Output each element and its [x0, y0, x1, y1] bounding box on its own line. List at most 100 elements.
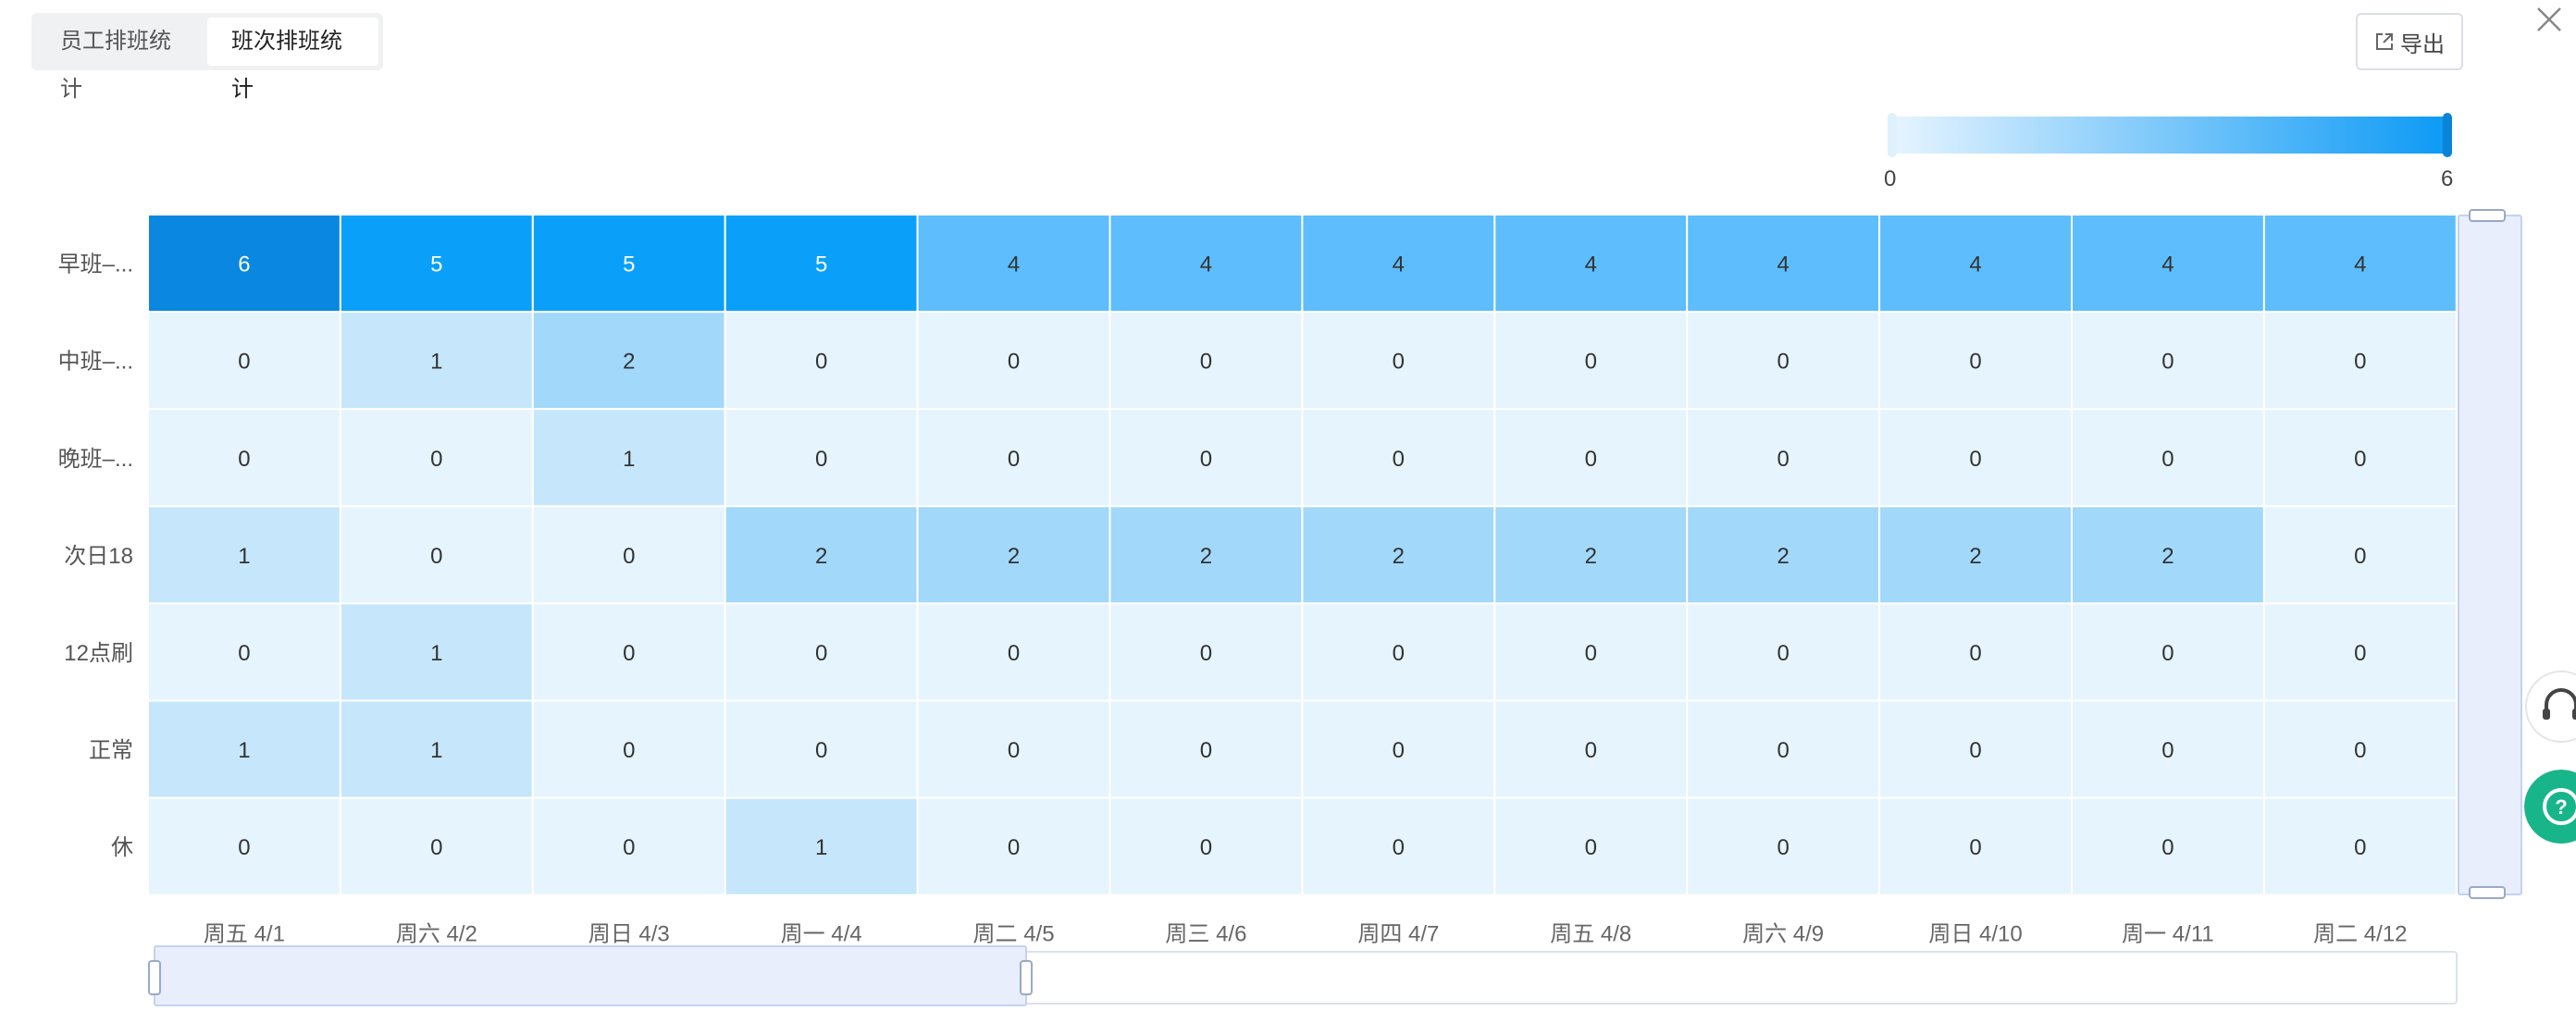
- heatmap-cell-label: 0: [1969, 835, 1981, 860]
- heatmap-cell-label: 0: [1008, 738, 1020, 763]
- x-axis-tick-label: 周六 4/2: [396, 922, 477, 947]
- heatmap-cell-label: 0: [1008, 641, 1020, 666]
- x-axis-tick-label: 周一 4/4: [781, 922, 862, 947]
- heatmap-cell-label: 0: [2354, 738, 2366, 763]
- heatmap-cell-label: 0: [1969, 350, 1981, 375]
- heatmap-cell-label: 0: [1200, 447, 1212, 472]
- heatmap-cell-label: 0: [1008, 447, 1020, 472]
- heatmap-cell-label: 2: [1393, 544, 1405, 569]
- heatmap-cell-label: 0: [430, 447, 442, 472]
- heatmap-cell-label: 1: [623, 447, 635, 472]
- heatmap-cell-label: 0: [1393, 835, 1405, 860]
- heatmap-cell-label: 4: [2161, 253, 2174, 277]
- heatmap-cell-label: 0: [1777, 641, 1789, 666]
- heatmap-cell-label: 0: [1777, 835, 1789, 860]
- heatmap-cell-label: 0: [2354, 350, 2366, 375]
- x-axis-tick-label: 周五 4/1: [204, 922, 285, 947]
- heatmap-cell-label: 0: [430, 835, 442, 860]
- y-axis-tick-label: 晚班–...: [58, 447, 133, 472]
- heatmap-cell-label: 0: [1008, 350, 1020, 375]
- heatmap-cell-label: 5: [815, 253, 827, 277]
- heatmap-cell-label: 4: [1200, 253, 1212, 277]
- heatmap-cell-label: 0: [1393, 350, 1405, 375]
- horizontal-data-zoom-window[interactable]: [154, 945, 1027, 1006]
- x-axis-tick-label: 周二 4/12: [2313, 922, 2407, 947]
- y-axis-tick-label: 正常: [89, 738, 133, 763]
- heatmap-cell-label: 2: [2161, 544, 2174, 569]
- heatmap-cell-label: 0: [1585, 641, 1597, 666]
- heatmap-cell-label: 0: [2161, 350, 2174, 375]
- vertical-zoom-top-handle[interactable]: [2469, 209, 2506, 222]
- heatmap-cell-label: 0: [1393, 447, 1405, 472]
- heatmap-cell-label: 4: [1393, 253, 1405, 277]
- heatmap-cell-label: 0: [815, 738, 827, 763]
- heatmap-cell-label: 0: [2161, 835, 2174, 860]
- heatmap-cell-label: 0: [1969, 447, 1981, 472]
- heatmap-cell-label: 0: [2161, 447, 2174, 472]
- y-axis-tick-label: 休: [111, 835, 133, 860]
- vertical-data-zoom[interactable]: [2458, 215, 2522, 895]
- x-axis-tick-label: 周日 4/3: [588, 922, 670, 947]
- svg-text:?: ?: [2555, 795, 2567, 819]
- heatmap-cell-label: 0: [1969, 641, 1981, 666]
- heatmap-cell-label: 0: [1777, 738, 1789, 763]
- heatmap-cell-label: 6: [238, 253, 250, 277]
- heatmap-cell-label: 0: [1393, 738, 1405, 763]
- y-axis-tick-label: 12点刷: [64, 641, 133, 666]
- heatmap-cell-label: 0: [1585, 738, 1597, 763]
- heatmap-cell-label: 0: [238, 835, 250, 860]
- heatmap-cell-label: 0: [623, 835, 635, 860]
- heatmap-cell-label: 0: [623, 738, 635, 763]
- heatmap-cell-label: 0: [2161, 738, 2174, 763]
- heatmap-cell-label: 0: [1777, 350, 1789, 375]
- heatmap-cell-label: 4: [1008, 253, 1020, 277]
- heatmap-cell-label: 0: [1585, 835, 1597, 860]
- horizontal-zoom-left-handle[interactable]: [148, 960, 161, 995]
- heatmap-cell-label: 1: [238, 738, 250, 763]
- heatmap-cell-label: 0: [1585, 350, 1597, 375]
- heatmap-cell-label: 2: [1969, 544, 1981, 569]
- heatmap-cell-label: 0: [815, 447, 827, 472]
- heatmap-cell-label: 0: [2161, 641, 2174, 666]
- heatmap-cell-label: 0: [815, 350, 827, 375]
- heatmap-cell-label: 1: [815, 835, 827, 860]
- heatmap-cell-label: 0: [2354, 835, 2366, 860]
- heatmap-cell-label: 0: [238, 350, 250, 375]
- heatmap-cell-label: 0: [1200, 350, 1212, 375]
- x-axis-tick-label: 周四 4/7: [1357, 922, 1439, 947]
- vertical-zoom-bottom-handle[interactable]: [2469, 886, 2506, 899]
- heatmap-cell-label: 4: [1969, 253, 1981, 277]
- y-axis-tick-label: 中班–...: [58, 350, 133, 375]
- heatmap-cell-label: 2: [1585, 544, 1597, 569]
- heatmap-cell-label: 0: [2354, 641, 2366, 666]
- heatmap-cell-label: 0: [1585, 447, 1597, 472]
- y-axis-tick-label: 早班–...: [58, 253, 133, 277]
- heatmap-cell-label: 2: [623, 350, 635, 375]
- heatmap-cell-label: 0: [1200, 641, 1212, 666]
- heatmap-cell-label: 2: [1200, 544, 1212, 569]
- heatmap-cell-label: 0: [2354, 447, 2366, 472]
- horizontal-zoom-right-handle[interactable]: [1020, 960, 1033, 995]
- heatmap-cell-label: 1: [430, 350, 442, 375]
- heatmap-cell-label: 2: [1008, 544, 1020, 569]
- x-axis-tick-label: 周二 4/5: [973, 922, 1055, 947]
- heatmap-cell-label: 1: [430, 641, 442, 666]
- heatmap-cell-label: 0: [623, 544, 635, 569]
- heatmap-cell-label: 2: [815, 544, 827, 569]
- heatmap-cell-label: 0: [623, 641, 635, 666]
- heatmap-cell-label: 0: [1969, 738, 1981, 763]
- heatmap-cell-label: 1: [430, 738, 442, 763]
- heatmap-cell-label: 0: [430, 544, 442, 569]
- heatmap-cell-label: 4: [1585, 253, 1597, 277]
- x-axis-tick-label: 周日 4/10: [1928, 922, 2022, 947]
- x-axis-tick-label: 周三 4/6: [1165, 922, 1246, 947]
- heatmap-cell-label: 5: [623, 253, 635, 277]
- heatmap-cell-label: 0: [1777, 447, 1789, 472]
- x-axis-tick-label: 周一 4/11: [2122, 922, 2214, 947]
- heatmap-chart: 6 5 5 5 4 4 4 4 4 4 4 4 0 1 2 0 0 0 0 0 0 0 0 0 0 0 1 0 0 0 0 0 0 0 0 0 1 0 0 2…: [58, 214, 2458, 947]
- heatmap-cell-label: 0: [815, 641, 827, 666]
- heatmap-cell-label: 0: [1200, 738, 1212, 763]
- heatmap-cell-label: 0: [2354, 544, 2366, 569]
- heatmap-cell-label: 2: [1777, 544, 1789, 569]
- heatmap-cell-label: 4: [1777, 253, 1789, 277]
